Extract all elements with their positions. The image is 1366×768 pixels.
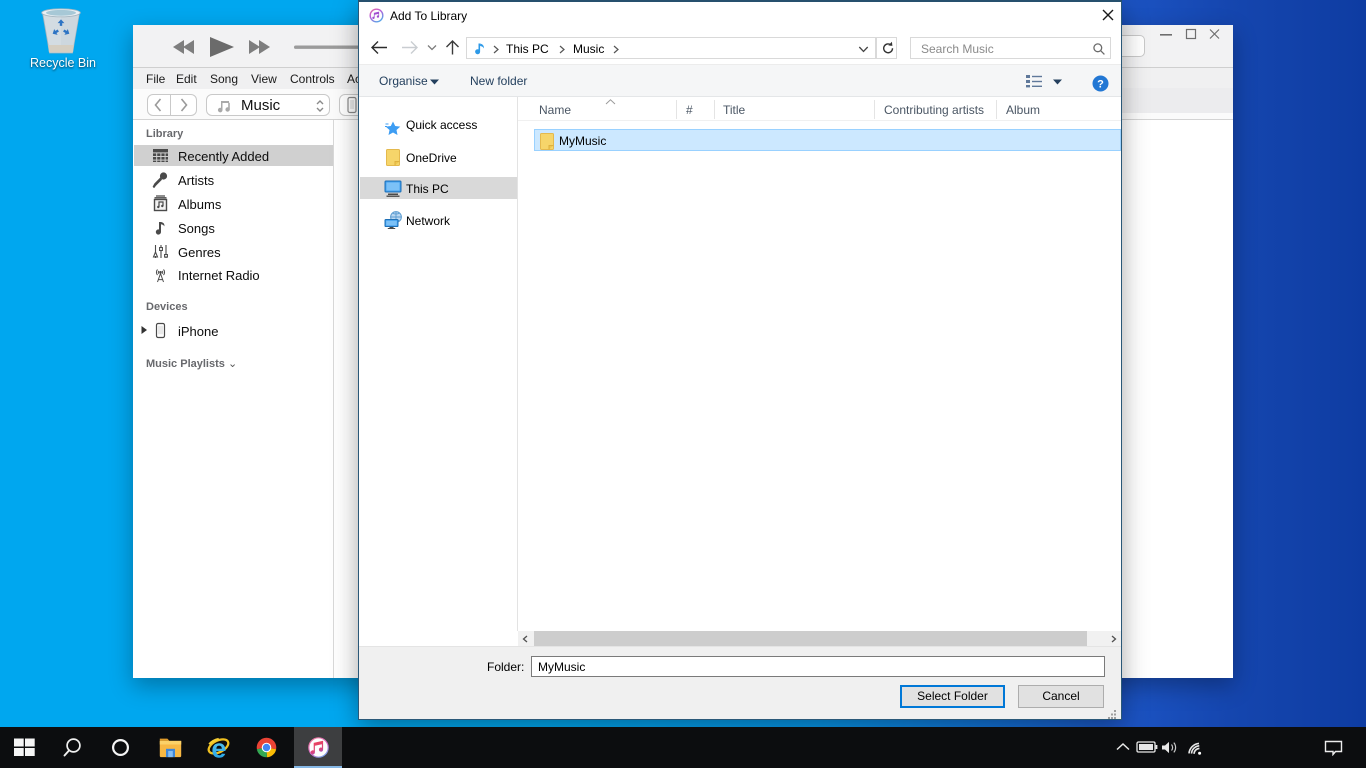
svg-text:e: e [211,735,226,760]
svg-text:?: ? [1097,78,1104,90]
